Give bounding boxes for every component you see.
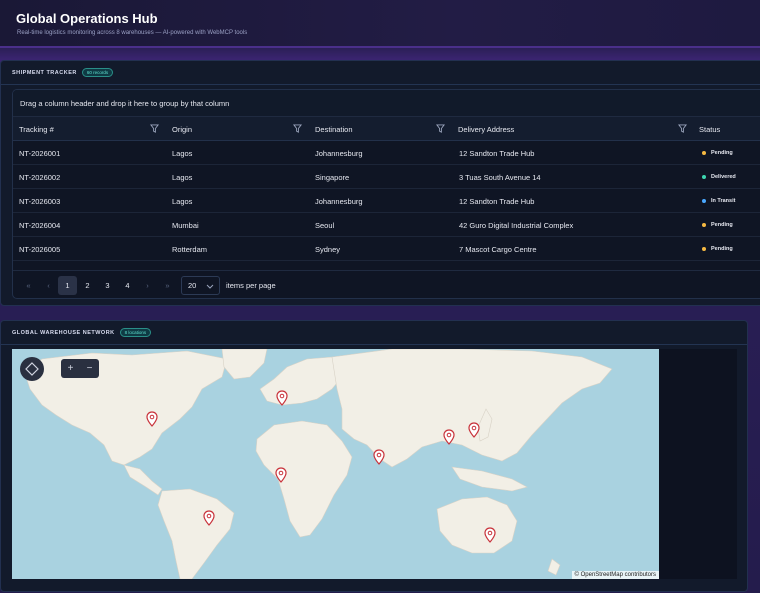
- filter-icon[interactable]: [150, 124, 159, 133]
- tracking-cell: NT-2026002: [19, 172, 61, 182]
- app-header: Global Operations Hub Real-time logistic…: [0, 0, 760, 48]
- origin-cell: Lagos: [172, 172, 193, 182]
- page-button-3[interactable]: 3: [98, 276, 117, 295]
- map-pin-icon[interactable]: [443, 429, 455, 445]
- locations-badge: 8 locations: [119, 328, 152, 337]
- next-page-button[interactable]: ›: [138, 276, 157, 295]
- table-row[interactable]: NT-2026003 Lagos Johannesburg 12 Sandton…: [13, 189, 760, 213]
- destination-cell: Johannesburg: [315, 196, 363, 206]
- filter-icon[interactable]: [293, 124, 302, 133]
- status-badge: Delivered: [702, 165, 736, 189]
- address-cell: 7 Mascot Cargo Centre: [459, 244, 537, 254]
- table-row[interactable]: NT-2026002 Lagos Singapore 3 Tuas South …: [13, 165, 760, 189]
- tracking-cell: NT-2026004: [19, 220, 61, 230]
- tracking-cell: NT-2026003: [19, 196, 61, 206]
- tracking-cell: NT-2026001: [19, 148, 61, 158]
- column-header-tracking[interactable]: Tracking #: [19, 117, 54, 141]
- filter-icon[interactable]: [678, 124, 687, 133]
- last-page-button[interactable]: »: [158, 276, 177, 295]
- page-button-1[interactable]: 1: [58, 276, 77, 295]
- page-size-select[interactable]: 20: [181, 276, 220, 295]
- table-row[interactable]: NT-2026004 Mumbai Seoul 42 Guro Digital …: [13, 213, 760, 237]
- chevron-down-icon: [206, 284, 214, 289]
- first-page-button[interactable]: «: [19, 276, 38, 295]
- zoom-out-button[interactable]: −: [80, 359, 99, 378]
- map-pin-icon[interactable]: [468, 422, 480, 438]
- reset-bearing-button[interactable]: [20, 357, 44, 381]
- status-badge: In Transit: [702, 189, 735, 213]
- warehouse-panel-header: GLOBAL WAREHOUSE NETWORK 8 locations: [1, 321, 747, 345]
- map-pin-icon[interactable]: [276, 390, 288, 406]
- status-dot: [702, 199, 706, 203]
- pager: « ‹ 1 2 3 4 › » 20 items per page: [13, 270, 760, 298]
- status-dot: [702, 223, 706, 227]
- column-header-origin[interactable]: Origin: [172, 117, 192, 141]
- table-row[interactable]: NT-2026005 Rotterdam Sydney 7 Mascot Car…: [13, 237, 760, 261]
- column-header-status[interactable]: Status: [699, 117, 720, 141]
- origin-cell: Mumbai: [172, 220, 199, 230]
- group-drop-zone[interactable]: Drag a column header and drop it here to…: [13, 90, 760, 117]
- status-badge: Pending: [702, 141, 733, 165]
- status-dot: [702, 175, 706, 179]
- prev-page-button[interactable]: ‹: [39, 276, 58, 295]
- status-dot: [702, 247, 706, 251]
- map-pin-icon[interactable]: [484, 527, 496, 543]
- page-subtitle: Real-time logistics monitoring across 8 …: [17, 30, 248, 36]
- records-badge: 60 records: [81, 68, 114, 77]
- page-button-2[interactable]: 2: [78, 276, 97, 295]
- tracking-cell: NT-2026005: [19, 244, 61, 254]
- shipment-panel-title: SHIPMENT TRACKER: [12, 69, 77, 76]
- compass-icon: [25, 362, 39, 376]
- shipment-grid: Drag a column header and drop it here to…: [12, 89, 760, 299]
- items-per-page-label: items per page: [226, 281, 276, 290]
- filter-icon[interactable]: [436, 124, 445, 133]
- grid-header: Tracking # Origin Destination Delivery A…: [13, 117, 760, 141]
- column-header-address[interactable]: Delivery Address: [458, 117, 514, 141]
- zoom-in-button[interactable]: +: [61, 359, 80, 378]
- destination-cell: Singapore: [315, 172, 350, 182]
- destination-cell: Seoul: [315, 220, 335, 230]
- origin-cell: Lagos: [172, 148, 193, 158]
- warehouse-panel-title: GLOBAL WAREHOUSE NETWORK: [12, 329, 115, 336]
- map-pin-icon[interactable]: [203, 510, 215, 526]
- map-pin-icon[interactable]: [275, 467, 287, 483]
- address-cell: 12 Sandton Trade Hub: [459, 196, 535, 206]
- table-row[interactable]: NT-2026001 Lagos Johannesburg 12 Sandton…: [13, 141, 760, 165]
- origin-cell: Rotterdam: [172, 244, 208, 254]
- destination-cell: Sydney: [315, 244, 341, 254]
- origin-cell: Lagos: [172, 196, 193, 206]
- world-map-tiles: [12, 349, 659, 579]
- status-badge: Pending: [702, 237, 733, 261]
- map-pin-icon[interactable]: [373, 449, 385, 465]
- page-title: Global Operations Hub: [16, 11, 158, 26]
- column-header-destination[interactable]: Destination: [315, 117, 353, 141]
- map-pin-icon[interactable]: [146, 411, 158, 427]
- status-dot: [702, 151, 706, 155]
- address-cell: 12 Sandton Trade Hub: [459, 148, 535, 158]
- warehouse-map[interactable]: + − © OpenStreetMap contributors: [12, 349, 659, 579]
- page-button-4[interactable]: 4: [118, 276, 137, 295]
- map-side-area: [659, 349, 737, 579]
- status-badge: Pending: [702, 213, 733, 237]
- zoom-controls: + −: [61, 359, 99, 378]
- destination-cell: Johannesburg: [315, 148, 363, 158]
- address-cell: 42 Guro Digital Industrial Complex: [459, 220, 574, 230]
- shipment-panel-header: SHIPMENT TRACKER 60 records: [1, 61, 760, 85]
- map-attribution[interactable]: © OpenStreetMap contributors: [571, 571, 659, 579]
- address-cell: 3 Tuas South Avenue 14: [459, 172, 541, 182]
